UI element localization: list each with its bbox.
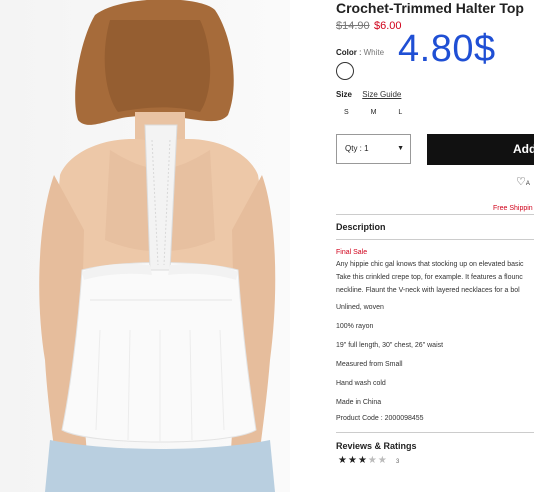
wishlist-text: A <box>525 181 530 187</box>
spec-line: Unlined, woven <box>336 304 384 311</box>
description-heading: Description <box>336 222 386 232</box>
add-to-bag-button[interactable]: Add <box>427 134 534 165</box>
color-separator: : <box>359 48 362 57</box>
color-row: Color : White <box>336 48 384 57</box>
product-title: Crochet-Trimmed Halter Top <box>336 0 524 16</box>
size-option-m[interactable]: M <box>371 109 377 116</box>
color-swatch-white[interactable] <box>336 62 354 80</box>
spec-line: Measured from Small <box>336 361 403 368</box>
spec-line: 100% rayon <box>336 323 374 330</box>
original-price: $14.90 <box>336 20 370 32</box>
divider <box>336 432 534 433</box>
review-count[interactable]: 3 <box>396 459 399 465</box>
star-filled-icon: ★ <box>338 455 348 466</box>
spec-line: Hand wash cold <box>336 380 386 387</box>
product-info-panel: Crochet-Trimmed Halter Top $14.90 $6.00 … <box>336 0 534 492</box>
wishlist-button[interactable]: ♡A <box>516 175 530 188</box>
divider <box>336 239 534 240</box>
product-photo-illustration <box>39 0 276 492</box>
free-shipping-text[interactable]: Free Shippin <box>493 205 533 212</box>
size-label: Size <box>336 90 353 99</box>
spec-line: Made in China <box>336 399 382 406</box>
final-sale-label: Final Sale <box>336 249 368 256</box>
star-filled-icon: ★ <box>357 455 368 466</box>
spec-line: 19" full length, 30" chest, 26" waist <box>336 342 444 349</box>
size-row: Size Size Guide <box>336 90 401 99</box>
size-options: S M L <box>344 109 422 116</box>
description-line: Any hippie chic gal knows that stocking … <box>336 261 524 268</box>
reviews-heading: Reviews & Ratings <box>336 441 417 451</box>
color-value: White <box>363 48 385 57</box>
caret-down-icon: ▼ <box>397 145 404 152</box>
promo-price-overlay: 4.80$ <box>398 28 496 70</box>
size-option-l[interactable]: L <box>398 109 402 116</box>
description-line: Take this crinkled crepe top, for exampl… <box>336 274 523 281</box>
size-guide-link[interactable]: Size Guide <box>362 90 401 99</box>
heart-icon: ♡ <box>516 176 526 188</box>
star-filled-icon: ★ <box>347 455 358 466</box>
star-rating: ★★★★★ <box>338 455 388 466</box>
divider <box>336 214 534 215</box>
star-empty-icon: ★ <box>377 455 388 466</box>
star-empty-icon: ★ <box>367 455 378 466</box>
quantity-select[interactable]: Qty : 1 ▼ <box>336 134 411 164</box>
description-line: neckline. Flaunt the V-neck with layered… <box>336 287 520 294</box>
product-code: Product Code : 2000098455 <box>336 415 424 422</box>
product-image <box>0 0 290 492</box>
color-label: Color <box>336 48 357 57</box>
quantity-label: Qty : 1 <box>345 144 369 153</box>
size-option-s[interactable]: S <box>344 109 349 116</box>
